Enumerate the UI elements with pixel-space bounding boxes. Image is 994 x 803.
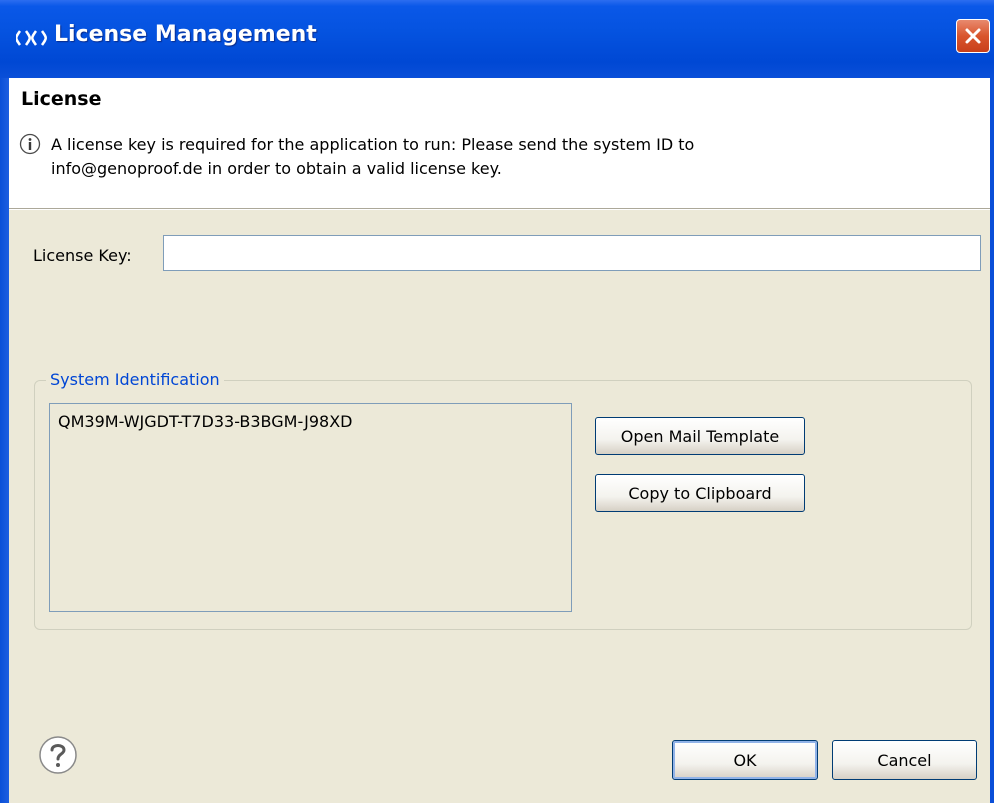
copy-to-clipboard-button[interactable]: Copy to Clipboard xyxy=(595,474,805,512)
page-title: License xyxy=(21,88,102,110)
cancel-button[interactable]: Cancel xyxy=(832,740,977,780)
title-bar[interactable]: License Management xyxy=(0,0,994,78)
license-key-input[interactable] xyxy=(163,235,981,271)
ok-button[interactable]: OK xyxy=(672,740,818,780)
window-frame-left xyxy=(0,78,9,803)
open-mail-template-button[interactable]: Open Mail Template xyxy=(595,417,805,455)
info-icon xyxy=(19,133,41,155)
system-identification-legend: System Identification xyxy=(46,370,224,389)
close-button[interactable] xyxy=(956,19,990,53)
genoproof-logo-icon xyxy=(16,27,48,49)
help-icon[interactable] xyxy=(38,735,78,775)
window-title: License Management xyxy=(54,22,317,47)
license-key-label: License Key: xyxy=(33,246,132,265)
license-management-dialog: License Management License A license key… xyxy=(0,0,994,803)
close-icon xyxy=(965,28,981,44)
system-id-value: QM39M-WJGDT-T7D33-B3BGM-J98XD xyxy=(58,412,353,431)
window-frame-right xyxy=(990,78,994,803)
info-message: A license key is required for the applic… xyxy=(51,133,951,181)
dialog-header: License A license key is required for th… xyxy=(9,78,990,208)
info-message-line2: info@genoproof.de in order to obtain a v… xyxy=(51,159,502,178)
system-id-field[interactable]: QM39M-WJGDT-T7D33-B3BGM-J98XD xyxy=(49,403,572,612)
info-message-line1: A license key is required for the applic… xyxy=(51,135,695,154)
header-separator xyxy=(9,208,990,210)
